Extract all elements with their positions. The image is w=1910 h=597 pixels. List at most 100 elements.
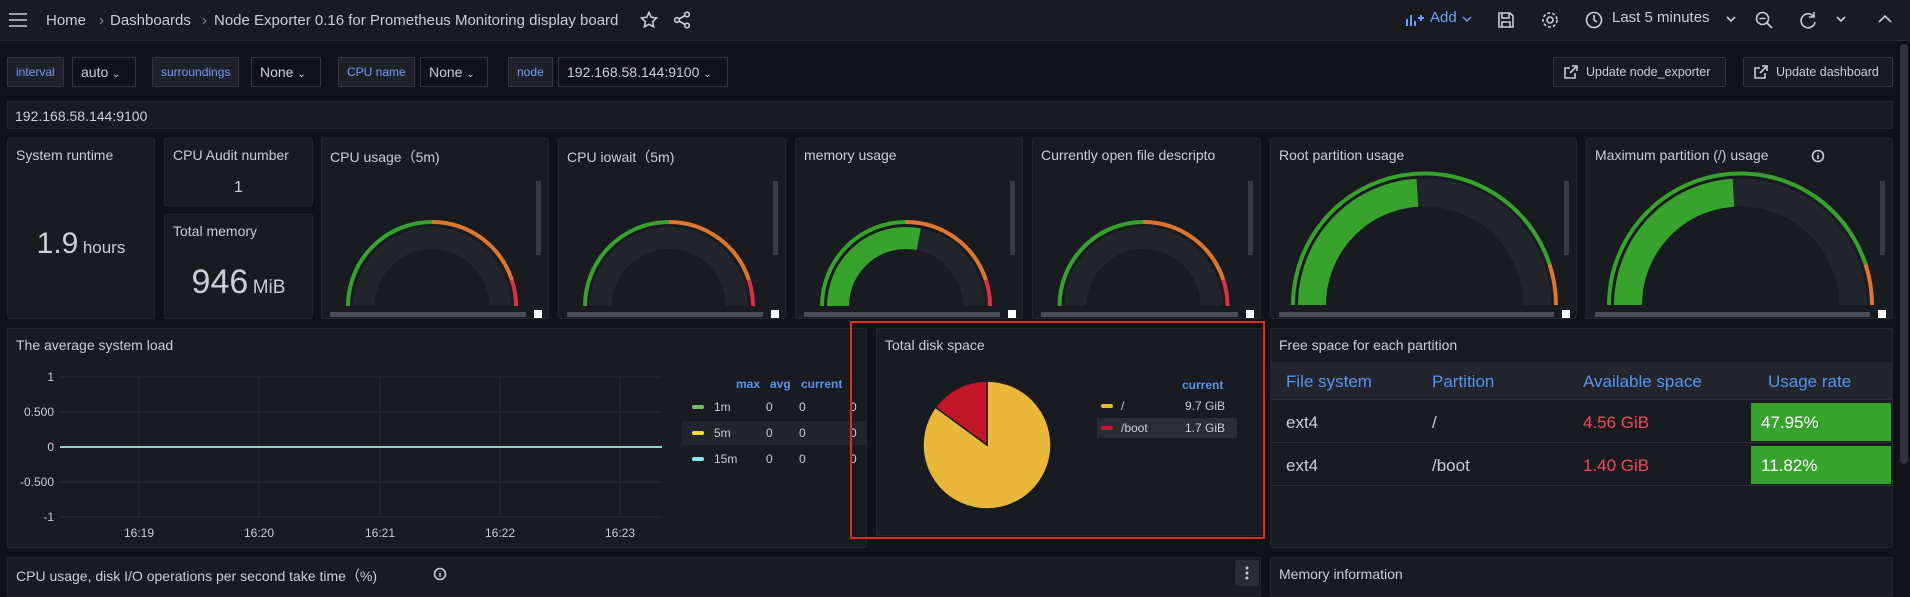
legend-header-current[interactable]: current bbox=[1182, 378, 1223, 392]
chevron-down-icon[interactable] bbox=[1836, 15, 1846, 23]
gauge-baseline bbox=[1041, 312, 1238, 317]
legend-header-avg[interactable]: avg bbox=[770, 377, 791, 391]
stat-panel-memory: Total memory 946 MiB bbox=[164, 214, 313, 319]
gauge-marker bbox=[1562, 310, 1570, 318]
scrollbar[interactable] bbox=[1900, 44, 1908, 464]
time-range-picker[interactable]: Last 5 minutes bbox=[1612, 9, 1710, 26]
panel-title: CPU usage, disk I/O operations per secon… bbox=[16, 568, 378, 584]
legend-row-5m[interactable]: 5m 0 0 0 bbox=[682, 421, 867, 445]
x-tick-label: 16:23 bbox=[605, 526, 635, 540]
breadcrumb-home[interactable]: Home bbox=[46, 12, 86, 29]
column-header-partition[interactable]: Partition bbox=[1432, 372, 1494, 392]
gauge-threshold-band bbox=[509, 279, 518, 307]
variable-label-interval: interval bbox=[7, 57, 64, 87]
legend-name: /boot bbox=[1121, 421, 1148, 435]
legend-current: 0 bbox=[850, 452, 857, 466]
gauge-side-bar bbox=[1880, 181, 1885, 255]
chevron-down-icon[interactable] bbox=[1726, 15, 1736, 23]
breadcrumb-dashboards[interactable]: Dashboards bbox=[110, 12, 191, 29]
legend-value: 9.7 GiB bbox=[1185, 399, 1226, 413]
variable-label-surroundings: surroundings bbox=[152, 57, 240, 87]
gauge-chart bbox=[1279, 171, 1570, 318]
info-icon[interactable] bbox=[433, 567, 447, 581]
cell-available: 1.40 GiB bbox=[1583, 456, 1650, 475]
external-link-icon bbox=[1564, 65, 1578, 79]
save-icon[interactable] bbox=[1497, 11, 1515, 29]
gauge-track bbox=[590, 227, 748, 307]
stat-value: 1 bbox=[234, 179, 243, 196]
legend-avg: 0 bbox=[799, 452, 806, 466]
panel-memory-information: Memory information bbox=[1270, 557, 1893, 597]
menu-icon[interactable] bbox=[8, 12, 28, 28]
row-header[interactable]: 192.168.58.144:9100 bbox=[7, 101, 1893, 129]
more-vertical-icon bbox=[1245, 566, 1249, 580]
breadcrumb-separator: › bbox=[99, 12, 104, 29]
link-label: Update node_exporter bbox=[1586, 65, 1711, 79]
x-tick-label: 16:19 bbox=[124, 526, 154, 540]
column-header-available[interactable]: Available space bbox=[1583, 372, 1702, 392]
legend-row-1m[interactable]: 1m 0 0 0 bbox=[682, 395, 867, 419]
update-node-exporter-link[interactable]: Update node_exporter bbox=[1553, 57, 1726, 87]
column-header-file-system[interactable]: File system bbox=[1286, 372, 1372, 392]
gauge-threshold-band bbox=[746, 279, 755, 307]
external-link-icon bbox=[1754, 65, 1768, 79]
table-row: ext4 / 4.56 GiB 47.95% bbox=[1271, 401, 1892, 443]
column-header-usage[interactable]: Usage rate bbox=[1768, 372, 1851, 392]
zoom-out-icon[interactable] bbox=[1755, 11, 1773, 29]
gauge-marker bbox=[1878, 310, 1886, 318]
gauge-chart bbox=[330, 181, 542, 318]
legend-name: / bbox=[1121, 399, 1125, 413]
y-tick-label: 0.500 bbox=[24, 405, 54, 419]
cell-usage: 47.95% bbox=[1761, 413, 1819, 432]
legend-avg: 0 bbox=[799, 400, 806, 414]
variable-select-node[interactable]: 192.168.58.144:9100 ⌄ bbox=[558, 57, 728, 87]
legend-header-current[interactable]: current bbox=[801, 377, 842, 391]
panel-title: Total memory bbox=[173, 223, 258, 239]
legend-row-15m[interactable]: 15m 0 0 0 bbox=[682, 447, 867, 471]
y-tick-label: -0.500 bbox=[20, 475, 54, 489]
legend-avg: 0 bbox=[799, 426, 806, 440]
gauge-panel-root-partition: Root partition usage bbox=[1270, 138, 1577, 319]
stat-panel-cpu-audit: CPU Audit number 1 bbox=[164, 138, 313, 206]
stat-number: 1.9 bbox=[36, 227, 79, 260]
variable-select-surroundings[interactable]: None ⌄ bbox=[251, 57, 321, 87]
legend-name: 1m bbox=[714, 400, 731, 414]
legend-max: 0 bbox=[766, 426, 773, 440]
gauge-marker bbox=[534, 310, 542, 318]
star-icon[interactable] bbox=[640, 11, 658, 29]
gauge-panel-cpu-usage: CPU usage（5m) bbox=[321, 138, 549, 319]
add-button[interactable]: Add bbox=[1430, 9, 1457, 26]
table-row: ext4 /boot 1.40 GiB 11.82% bbox=[1271, 444, 1892, 486]
legend-current: 0 bbox=[850, 400, 857, 414]
legend-row-boot[interactable]: /boot 1.7 GiB bbox=[1097, 418, 1237, 438]
legend-swatch bbox=[692, 405, 704, 409]
panel-title: Free space for each partition bbox=[1279, 337, 1458, 353]
settings-icon[interactable] bbox=[1541, 11, 1559, 29]
clock-icon[interactable] bbox=[1585, 11, 1603, 29]
variable-select-cpu-name[interactable]: None ⌄ bbox=[420, 57, 488, 87]
update-dashboard-link[interactable]: Update dashboard bbox=[1743, 57, 1893, 87]
panel-title: CPU Audit number bbox=[173, 147, 289, 163]
gauge-fill bbox=[827, 227, 921, 307]
legend-max: 0 bbox=[766, 400, 773, 414]
y-tick-label: 0 bbox=[47, 440, 54, 454]
variable-label-node: node bbox=[508, 57, 553, 87]
refresh-icon[interactable] bbox=[1799, 11, 1817, 29]
cell-available: 4.56 GiB bbox=[1583, 413, 1650, 432]
panel-menu-button[interactable] bbox=[1235, 560, 1259, 586]
share-icon[interactable] bbox=[673, 11, 691, 29]
variable-value: auto bbox=[81, 64, 109, 80]
stat-value: 1.9 hours bbox=[8, 227, 154, 261]
gauge-baseline bbox=[567, 312, 763, 317]
gauge-baseline bbox=[1595, 312, 1870, 317]
gauge-baseline bbox=[804, 312, 1000, 317]
add-panel-icon[interactable] bbox=[1406, 12, 1424, 28]
breadcrumb-separator: › bbox=[202, 12, 207, 29]
gauge-track bbox=[353, 227, 511, 307]
variable-select-interval[interactable]: auto ⌄ bbox=[72, 57, 136, 87]
legend-row-root[interactable]: / 9.7 GiB bbox=[1097, 396, 1237, 416]
variable-label-cpu-name: CPU name bbox=[338, 57, 415, 87]
legend-header-max[interactable]: max bbox=[736, 377, 760, 391]
chevron-down-icon[interactable] bbox=[1462, 15, 1472, 23]
collapse-icon[interactable] bbox=[1878, 13, 1892, 25]
